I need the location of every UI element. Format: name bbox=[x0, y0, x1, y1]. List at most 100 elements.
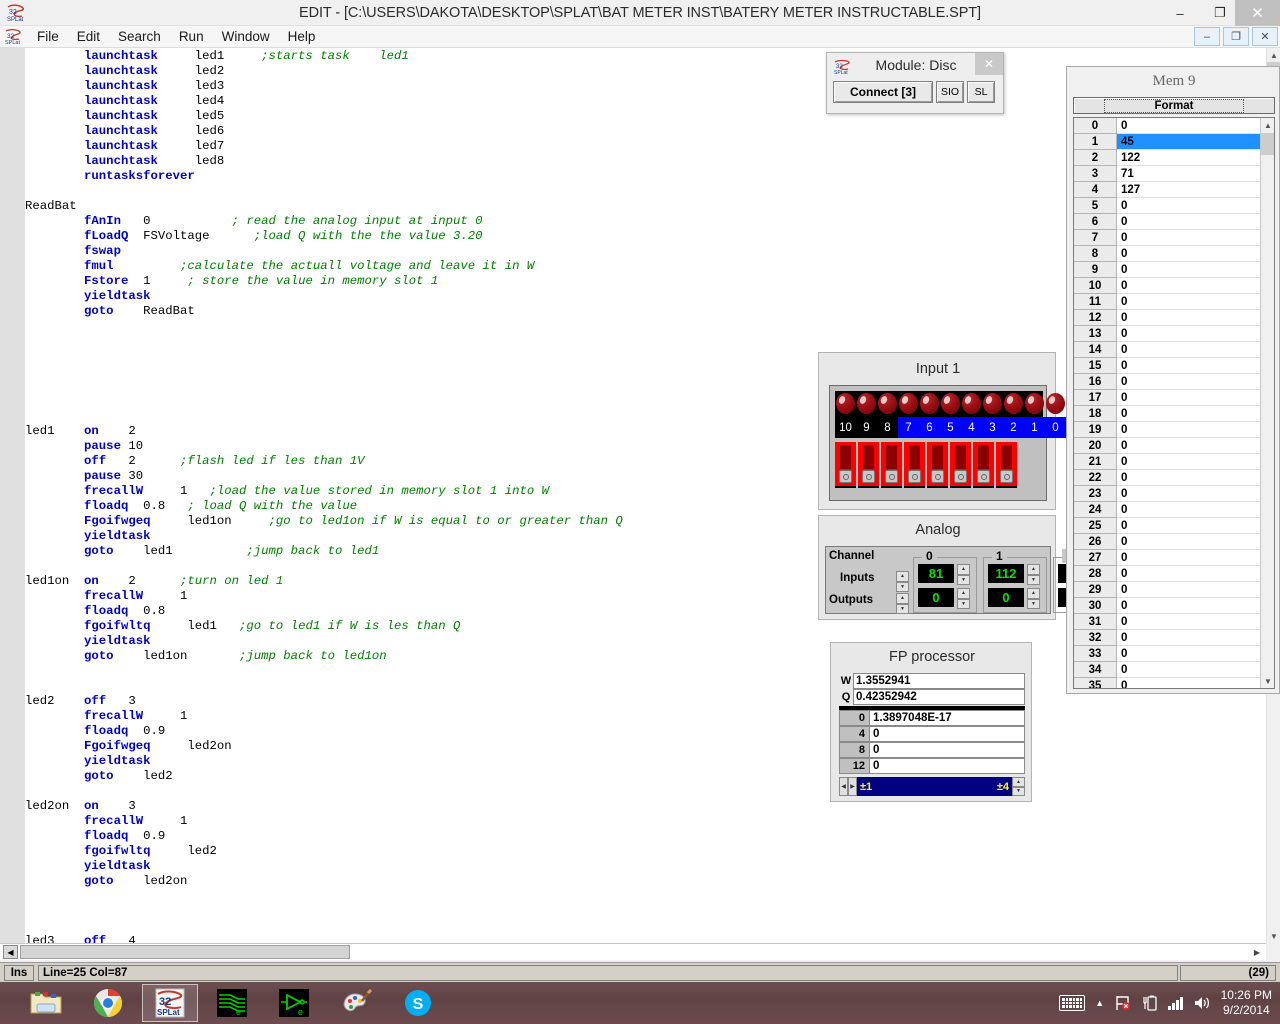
taskbar-item-splat-editor[interactable]: 32 SPLat bbox=[142, 984, 198, 1022]
fp-range-bar[interactable]: ◀ ▶ ±1 ±4 ▲ ▼ bbox=[839, 777, 1025, 796]
mem-scroll-up-arrow-icon[interactable]: ▲ bbox=[1261, 118, 1274, 132]
input-toggle-switch[interactable] bbox=[881, 442, 902, 488]
mem-row[interactable]: 25 0 bbox=[1074, 518, 1274, 534]
mem-row[interactable]: 60 bbox=[1074, 214, 1274, 230]
mem-row[interactable]: 35 0 bbox=[1074, 678, 1274, 689]
mem-row-value[interactable]: 0 bbox=[1117, 518, 1274, 534]
mem-row[interactable]: 24 0 bbox=[1074, 502, 1274, 518]
mem-row-value[interactable]: 0 bbox=[1117, 438, 1274, 454]
menu-item-window[interactable]: Window bbox=[213, 26, 279, 48]
input-toggle-switch[interactable] bbox=[858, 442, 879, 488]
input-led[interactable] bbox=[962, 393, 981, 414]
mem-row[interactable]: 4 127 bbox=[1074, 182, 1274, 198]
taskbar-item-skype[interactable]: S bbox=[390, 984, 446, 1022]
mem-row-list[interactable]: 0 0 1 45 2 122 3 71 4 127 5 0 6 0 7 0 8 0 9 0 10 0 11 0 12 0 13 0 14… bbox=[1073, 117, 1275, 689]
window-maximize-button[interactable]: ❐ bbox=[1200, 0, 1240, 26]
taskbar-item-logic-app-2[interactable]: e bbox=[266, 984, 322, 1022]
mem-row[interactable]: 3 71 bbox=[1074, 166, 1274, 182]
fp-memory-value[interactable]: 1.3897048E-17 bbox=[869, 710, 1025, 726]
mem-row-value[interactable]: 0 bbox=[1117, 342, 1274, 358]
window-minimize-button[interactable]: – bbox=[1160, 0, 1200, 26]
mem-row-value[interactable]: 0 bbox=[1117, 566, 1274, 582]
analog-input-spinner[interactable]: ▲▼ bbox=[1027, 564, 1040, 585]
input-led[interactable] bbox=[899, 393, 918, 414]
mem-row-value[interactable]: 0 bbox=[1117, 550, 1274, 566]
mem-row[interactable]: 15 0 bbox=[1074, 358, 1274, 374]
mem-row-value[interactable]: 0 bbox=[1117, 374, 1274, 390]
fp-memory-value[interactable]: 0 bbox=[869, 758, 1025, 774]
mem-row[interactable]: 2 122 bbox=[1074, 150, 1274, 166]
input-led[interactable] bbox=[1046, 393, 1065, 414]
input-led[interactable] bbox=[1004, 393, 1023, 414]
signal-bars-icon[interactable] bbox=[1168, 996, 1183, 1010]
mem-row[interactable]: 11 0 bbox=[1074, 294, 1274, 310]
mem-row[interactable]: 00 bbox=[1074, 118, 1274, 134]
mem-row-value[interactable]: 0 bbox=[1117, 582, 1274, 598]
mem-row[interactable]: 12 0 bbox=[1074, 310, 1274, 326]
mem-row-value[interactable]: 0 bbox=[1117, 646, 1274, 662]
input-toggle-switch[interactable] bbox=[950, 442, 971, 488]
mem-row[interactable]: 18 0 bbox=[1074, 406, 1274, 422]
input-toggle-switch[interactable] bbox=[835, 442, 856, 488]
mem-row[interactable]: 17 0 bbox=[1074, 390, 1274, 406]
mem-row-value[interactable]: 0 bbox=[1117, 598, 1274, 614]
mem-scroll-thumb[interactable] bbox=[1261, 133, 1274, 155]
menu-item-file[interactable]: File bbox=[28, 26, 68, 48]
mem-row-value[interactable]: 0 bbox=[1117, 262, 1274, 278]
mem-row[interactable]: 28 0 bbox=[1074, 566, 1274, 582]
input-led[interactable] bbox=[878, 393, 897, 414]
input-toggle-switch[interactable] bbox=[996, 442, 1017, 488]
menu-item-run[interactable]: Run bbox=[170, 26, 213, 48]
analog-output-spinner[interactable]: ▲▼ bbox=[957, 588, 970, 609]
analog-output-spinner[interactable]: ▲▼ bbox=[1027, 588, 1040, 609]
mem-row[interactable]: 50 bbox=[1074, 198, 1274, 214]
taskbar-item-paint[interactable] bbox=[328, 984, 384, 1022]
mem-row-value[interactable]: 0 bbox=[1117, 454, 1274, 470]
fp-memory-row[interactable]: 80 bbox=[839, 742, 1025, 758]
mem-row[interactable]: 20 0 bbox=[1074, 438, 1274, 454]
mem-row[interactable]: 27 0 bbox=[1074, 550, 1274, 566]
mem-row[interactable]: 30 0 bbox=[1074, 598, 1274, 614]
show-hidden-icons-button[interactable]: ▲ bbox=[1095, 998, 1104, 1008]
analog-inputs-global-spinner[interactable]: ▲ ▼ bbox=[896, 571, 909, 592]
fp-memory-list[interactable]: 0 1.3897048E-17 4 0 8 0 12 0 bbox=[839, 710, 1025, 774]
mem-row[interactable]: 90 bbox=[1074, 262, 1274, 278]
mem-row[interactable]: 22 0 bbox=[1074, 470, 1274, 486]
window-close-button[interactable]: ✕ bbox=[1235, 0, 1280, 26]
mem-row-value[interactable]: 0 bbox=[1117, 390, 1274, 406]
fp-q-value[interactable]: 0.42352942 bbox=[853, 689, 1025, 705]
fp-range-display[interactable]: ±1 ±4 bbox=[857, 777, 1012, 796]
mem-row[interactable]: 23 0 bbox=[1074, 486, 1274, 502]
mem-row-value[interactable]: 0 bbox=[1117, 470, 1274, 486]
mem-row[interactable]: 14 0 bbox=[1074, 342, 1274, 358]
mem-row[interactable]: 29 0 bbox=[1074, 582, 1274, 598]
scroll-down-arrow-icon[interactable]: ▼ bbox=[1267, 929, 1280, 943]
fp-memory-value[interactable]: 0 bbox=[869, 742, 1025, 758]
input-toggle-switch[interactable] bbox=[927, 442, 948, 488]
input-led[interactable] bbox=[920, 393, 939, 414]
input-led[interactable] bbox=[1025, 393, 1044, 414]
menu-item-help[interactable]: Help bbox=[279, 26, 325, 48]
mem-row-value[interactable]: 0 bbox=[1117, 678, 1274, 689]
speaker-icon[interactable] bbox=[1193, 995, 1211, 1011]
fp-range-left-arrow-icon[interactable]: ◀ bbox=[839, 777, 848, 796]
mem-row-value[interactable]: 0 bbox=[1117, 614, 1274, 630]
mem-row-value[interactable]: 0 bbox=[1117, 198, 1274, 214]
flag-icon[interactable] bbox=[1114, 995, 1132, 1011]
fp-memory-row[interactable]: 40 bbox=[839, 726, 1025, 742]
editor-horizontal-scrollbar[interactable]: ◀ ▶ bbox=[0, 943, 1266, 960]
taskbar-item-logic-app-1[interactable]: e bbox=[204, 984, 260, 1022]
scroll-up-arrow-icon[interactable]: ▲ bbox=[1267, 48, 1280, 62]
mem-row-value[interactable]: 0 bbox=[1117, 214, 1274, 230]
mem-row-value[interactable]: 0 bbox=[1117, 310, 1274, 326]
mem-row[interactable]: 26 0 bbox=[1074, 534, 1274, 550]
fp-memory-row[interactable]: 12 0 bbox=[839, 758, 1025, 774]
mem-row[interactable]: 70 bbox=[1074, 230, 1274, 246]
input-toggle-switch[interactable] bbox=[904, 442, 925, 488]
horizontal-scroll-thumb[interactable] bbox=[20, 945, 350, 959]
input-switch-row[interactable] bbox=[835, 442, 1019, 488]
mem-row[interactable]: 80 bbox=[1074, 246, 1274, 262]
mdi-close-button[interactable]: ✕ bbox=[1252, 27, 1278, 46]
mem-row-value[interactable]: 0 bbox=[1117, 486, 1274, 502]
mem-row[interactable]: 1 45 bbox=[1074, 134, 1274, 150]
